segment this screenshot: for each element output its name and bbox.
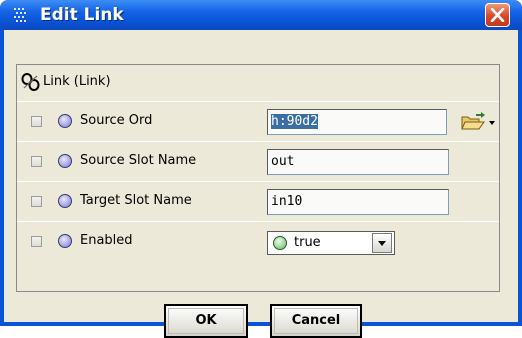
open-folder-dropdown-icon[interactable] bbox=[459, 111, 497, 133]
source-slot-name-input[interactable]: out bbox=[267, 149, 449, 175]
enabled-checkbox[interactable] bbox=[31, 236, 42, 247]
source-ord-checkbox[interactable] bbox=[31, 116, 42, 127]
target-slot-name-checkbox[interactable] bbox=[31, 196, 42, 207]
row-enabled: Enabled true bbox=[17, 221, 499, 262]
dotted-grid-icon bbox=[14, 8, 26, 22]
enabled-value: true bbox=[294, 235, 321, 250]
close-icon bbox=[490, 8, 505, 22]
enabled-dropdown[interactable]: true bbox=[267, 231, 395, 255]
enabled-status-icon bbox=[58, 234, 72, 248]
dialog-body: Link (Link) Source Ord h:90d2 Source Slo… bbox=[4, 30, 518, 338]
row-source-ord: Source Ord h:90d2 bbox=[17, 101, 499, 142]
enabled-label: Enabled bbox=[80, 233, 133, 248]
ok-button[interactable]: OK bbox=[164, 304, 248, 338]
window-title: Edit Link bbox=[40, 5, 124, 25]
source-ord-label: Source Ord bbox=[80, 113, 153, 128]
cancel-button[interactable]: Cancel bbox=[270, 304, 362, 338]
target-slot-name-input[interactable]: in10 bbox=[267, 189, 449, 215]
source-slot-name-label: Source Slot Name bbox=[80, 153, 197, 168]
panel-header: Link (Link) bbox=[17, 65, 499, 101]
source-slot-name-checkbox[interactable] bbox=[31, 156, 42, 167]
target-slot-name-label: Target Slot Name bbox=[80, 193, 192, 208]
target-slot-name-status-icon bbox=[58, 194, 72, 208]
source-slot-name-status-icon bbox=[58, 154, 72, 168]
dropdown-arrow-icon[interactable] bbox=[372, 233, 392, 253]
close-button[interactable] bbox=[485, 3, 510, 27]
title-bar[interactable]: Edit Link bbox=[0, 0, 522, 30]
source-ord-status-icon bbox=[58, 114, 72, 128]
source-ord-value: h:90d2 bbox=[271, 114, 318, 129]
source-ord-input[interactable]: h:90d2 bbox=[267, 109, 447, 135]
panel-title: Link (Link) bbox=[43, 74, 111, 89]
true-status-icon bbox=[273, 236, 287, 250]
link-properties-panel: Link (Link) Source Ord h:90d2 Source Slo… bbox=[16, 64, 500, 292]
row-source-slot-name: Source Slot Name out bbox=[17, 141, 499, 182]
link-icon bbox=[21, 73, 40, 91]
edit-link-dialog: Edit Link Link (Link) Source Ord h:90d2 … bbox=[0, 0, 522, 338]
row-target-slot-name: Target Slot Name in10 bbox=[17, 181, 499, 222]
